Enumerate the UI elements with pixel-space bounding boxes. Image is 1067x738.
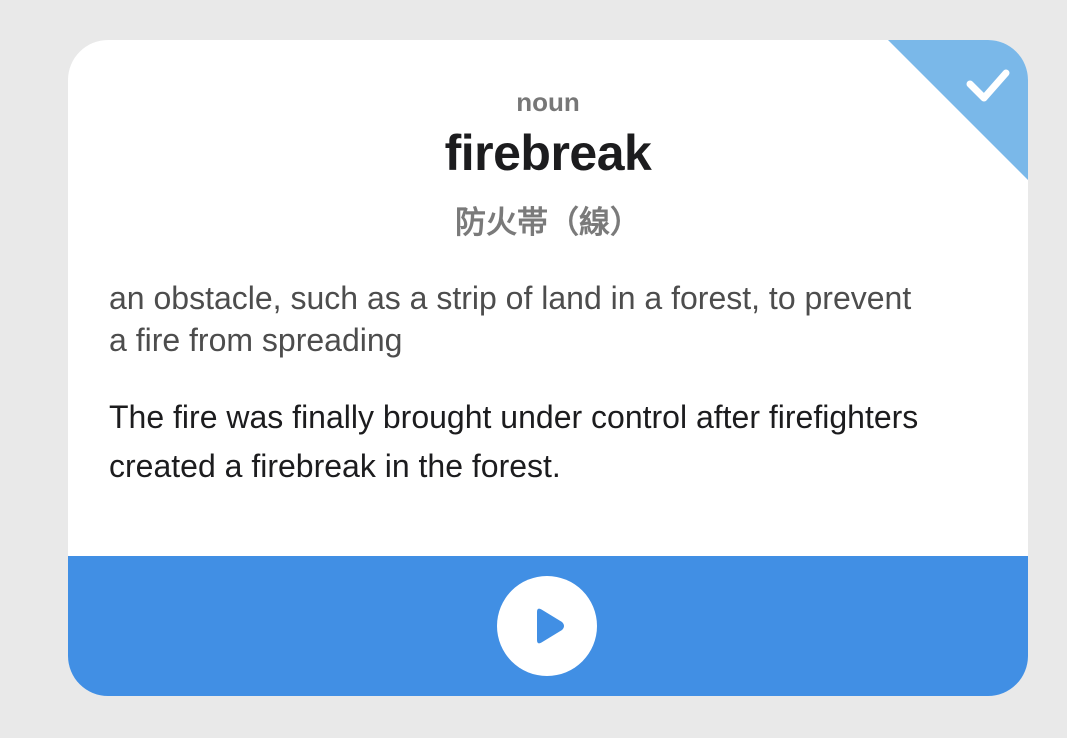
play-icon (537, 608, 564, 644)
headword: firebreak (444, 125, 652, 181)
translation: 防火帯（線） (455, 205, 641, 240)
flashcard: noun firebreak 防火帯（線） an obstacle, such … (68, 40, 1028, 696)
audio-player-bar (68, 556, 1028, 696)
play-button[interactable] (497, 576, 597, 676)
part-of-speech: noun (516, 87, 580, 117)
example-sentence: The fire was finally brought under contr… (109, 399, 919, 484)
definition: an obstacle, such as a strip of land in … (109, 280, 912, 358)
